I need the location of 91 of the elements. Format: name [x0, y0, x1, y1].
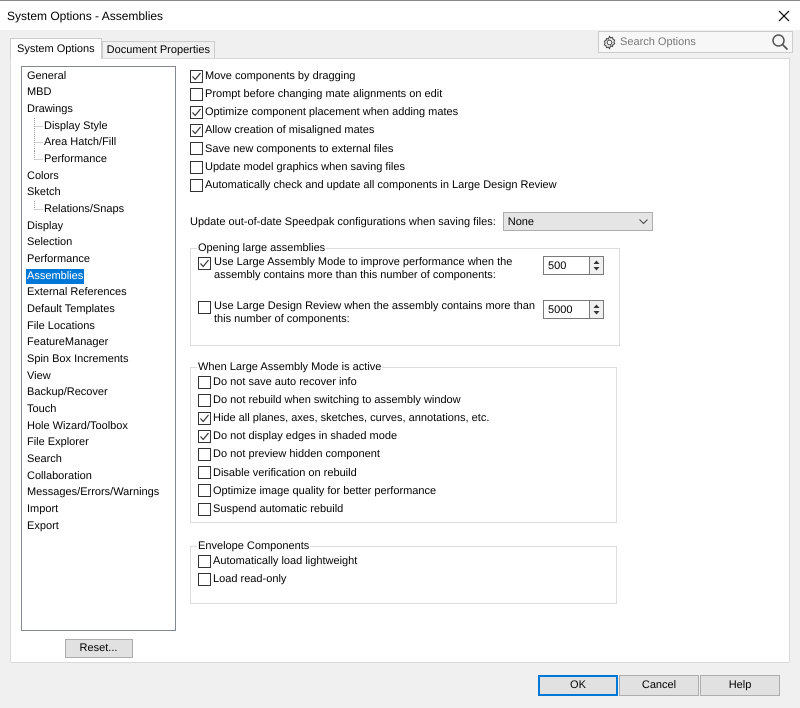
close-icon[interactable] [778, 10, 790, 22]
option-label: Allow creation of misaligned mates [205, 123, 374, 138]
tree-item[interactable]: Relations/Snaps [43, 202, 126, 218]
option-label: Update model graphics when saving files [205, 160, 405, 175]
dialog-button[interactable]: Help [700, 675, 780, 696]
tree-connector-icon [34, 118, 43, 135]
search-icon[interactable] [771, 33, 789, 51]
option-label: Do not save auto recover info [213, 375, 357, 390]
checkbox[interactable] [198, 257, 211, 270]
up-down-arrows-icon [593, 259, 600, 272]
tab[interactable]: System Options [10, 38, 102, 59]
dialog-button[interactable]: Cancel [619, 675, 699, 696]
tree-item[interactable]: Performance [43, 152, 108, 168]
tree-item[interactable]: View [26, 368, 52, 384]
tree-connector-icon [34, 201, 43, 210]
tree-item[interactable]: MBD [26, 85, 52, 100]
tree-item[interactable]: Default Templates [26, 302, 116, 318]
reset-button[interactable]: Reset... [64, 639, 132, 658]
tree-item[interactable]: Display [26, 218, 64, 234]
group-title: When Large Assembly Mode is active [197, 361, 382, 374]
number-field[interactable]: 500 [543, 256, 589, 276]
checkbox[interactable] [198, 484, 211, 498]
up-down-arrows-icon [593, 303, 600, 316]
checkbox[interactable] [198, 572, 211, 586]
option-label: Disable verification on rebuild [213, 466, 357, 481]
tree-item[interactable]: File Locations [26, 318, 96, 334]
checkbox[interactable] [198, 554, 211, 568]
tree-item[interactable]: Spin Box Increments [26, 352, 130, 367]
checkbox[interactable] [198, 466, 211, 480]
tree-item[interactable]: External References [26, 285, 128, 300]
option-label: Do not preview hidden component [213, 447, 380, 462]
checkbox[interactable] [198, 502, 211, 516]
option-label: Use Large Design Review when the assembly contains more than this number of components: [214, 300, 536, 326]
tree-item[interactable]: General [26, 68, 68, 84]
checkbox[interactable] [190, 70, 203, 83]
option-label: Automatically load lightweight [213, 554, 358, 570]
tab[interactable]: Document Properties [102, 41, 215, 58]
tree-item[interactable]: Performance [26, 252, 91, 268]
tree-item[interactable]: Collaboration [26, 468, 93, 484]
checkbox[interactable] [190, 88, 203, 101]
spin-button[interactable] [589, 300, 604, 320]
tree-item[interactable]: Search [26, 452, 63, 467]
tree-item[interactable]: Messages/Errors/Warnings [26, 485, 160, 500]
number-field[interactable]: 5000 [543, 300, 589, 320]
tree-item[interactable]: Hole Wizard/Toolbox [26, 418, 129, 434]
group-title: Opening large assemblies [197, 242, 326, 254]
tree-item[interactable]: Sketch [26, 185, 62, 200]
dropdown[interactable]: None [502, 212, 653, 232]
checkbox[interactable] [190, 106, 203, 119]
option-label: Optimize component placement when adding mates [205, 105, 458, 120]
checkbox[interactable] [198, 394, 211, 407]
option-label: Hide all planes, axes, sketches, curves, annotations, etc. [213, 411, 490, 426]
checkbox[interactable] [198, 448, 211, 462]
tree-item[interactable]: Display Style [43, 118, 109, 134]
dialog-button[interactable]: OK [538, 675, 618, 696]
chevron-down-icon [638, 218, 648, 225]
option-label: Do not display edges in shaded mode [213, 429, 398, 444]
checkbox[interactable] [198, 376, 211, 389]
tree-item[interactable]: Colors [26, 168, 60, 184]
settings-icon[interactable] [602, 34, 617, 50]
tree-item[interactable]: Drawings [26, 102, 74, 118]
option-label: Load read-only [213, 572, 286, 588]
window-title: System Options - Assemblies [7, 8, 164, 24]
option-label: Move components by dragging [205, 68, 356, 84]
checkbox[interactable] [198, 301, 211, 314]
checkbox[interactable] [190, 160, 203, 174]
group-title: Envelope Components [197, 540, 310, 552]
checkbox[interactable] [190, 142, 203, 156]
tree-item[interactable]: Area Hatch/Fill [43, 135, 118, 150]
tree-item[interactable]: Export [26, 518, 60, 534]
spin-button[interactable] [589, 256, 604, 276]
search-field[interactable]: Search Options [598, 31, 793, 53]
option-label: Automatically check and update all components in Large Design Review [205, 178, 557, 193]
checkbox[interactable] [190, 124, 203, 138]
tree-item[interactable]: File Explorer [26, 435, 90, 450]
tree-item[interactable]: Backup/Recover [26, 385, 109, 400]
tree-item[interactable]: Import [26, 502, 60, 517]
option-label: Suspend automatic rebuild [213, 502, 344, 517]
checkbox[interactable] [190, 178, 203, 192]
option-label: Do not rebuild when switching to assembly window [213, 393, 461, 408]
option-label: Use Large Assembly Mode to improve performance when the assembly contains more than this number of components: [214, 256, 514, 282]
option-label: Save new components to external files [205, 142, 394, 157]
tree-item[interactable]: FeatureManager [26, 335, 110, 350]
option-label: Prompt before changing mate alignments on edit [205, 87, 442, 102]
tree-item[interactable]: Selection [26, 235, 74, 250]
checkbox[interactable] [198, 412, 211, 426]
field-label: Update out-of-date Speedpak configurations when saving files: [190, 214, 496, 230]
option-label: Optimize image quality for better performance [213, 484, 436, 499]
tree-item[interactable]: Touch [26, 402, 58, 417]
tree-item[interactable]: Assemblies [26, 268, 84, 284]
checkbox[interactable] [198, 430, 211, 444]
